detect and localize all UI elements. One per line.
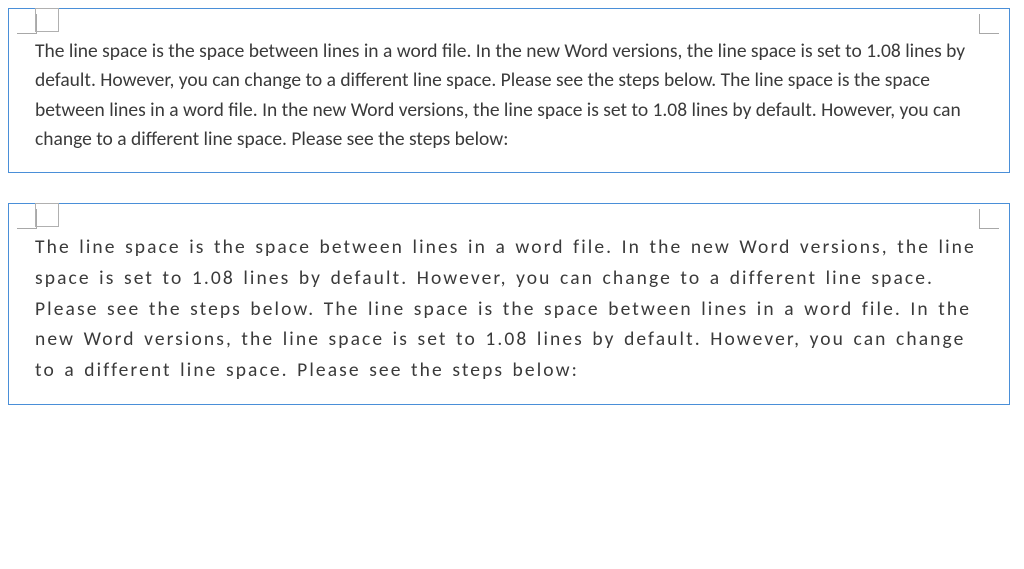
crop-mark-top-right	[979, 14, 999, 34]
paragraph-normal[interactable]: The line space is the space between line…	[35, 37, 987, 154]
crop-mark-top-right	[979, 209, 999, 229]
crop-mark-top-left	[17, 14, 37, 34]
text-box-normal-spacing[interactable]: The line space is the space between line…	[8, 8, 1010, 173]
paragraph-expanded[interactable]: The line space is the space between line…	[35, 232, 987, 386]
crop-mark-top-left	[17, 209, 37, 229]
text-box-expanded-spacing[interactable]: The line space is the space between line…	[8, 203, 1010, 405]
